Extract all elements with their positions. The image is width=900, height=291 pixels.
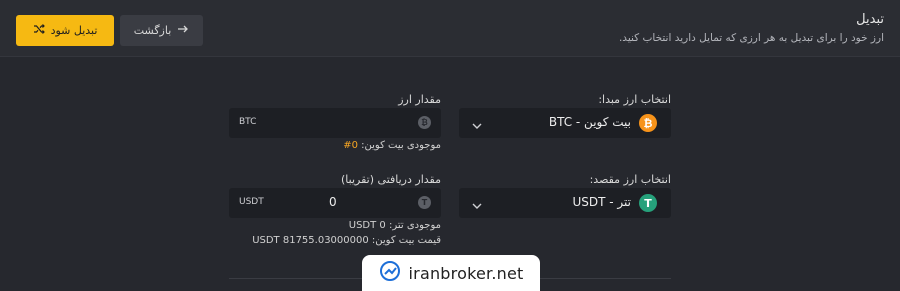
- source-currency-label: انتخاب ارز مبدا:: [598, 93, 671, 106]
- destination-currency-label: انتخاب ارز مقصد:: [589, 173, 671, 186]
- arrow-right-icon: [177, 24, 189, 37]
- received-value: 0: [329, 195, 337, 209]
- convert-button[interactable]: تبدیل شود: [16, 15, 114, 46]
- destination-currency-value: تتر - USDT: [572, 195, 631, 209]
- source-currency-value: بیت کوین - BTC: [548, 115, 631, 129]
- amount-input[interactable]: BTC ₿: [229, 108, 441, 138]
- received-amount-label: مقدار دریافتی (تقریبا): [341, 173, 441, 186]
- source-currency-select[interactable]: ₿ بیت کوین - BTC: [459, 108, 671, 138]
- tether-small-icon: T: [418, 196, 431, 209]
- page-title: تبدیل: [856, 12, 884, 27]
- bitcoin-small-icon: ₿: [418, 116, 431, 129]
- convert-button-label: تبدیل شود: [50, 24, 98, 37]
- received-unit: USDT: [239, 197, 264, 207]
- bitcoin-icon: ₿: [639, 114, 657, 132]
- page-header: تبدیل ارز خود را برای تبدیل به هر ارزی ک…: [0, 0, 900, 57]
- back-button[interactable]: بازگشت: [120, 15, 203, 46]
- watermark-text: iranbroker.net: [408, 263, 524, 283]
- tether-icon: T: [639, 194, 657, 212]
- destination-currency-select[interactable]: T تتر - USDT: [459, 188, 671, 218]
- bitcoin-balance-value: 0#: [343, 140, 358, 151]
- bitcoin-balance-label: موجودی بیت کوین:: [361, 140, 441, 151]
- tether-balance: موجودی تتر: 0 USDT: [348, 220, 441, 231]
- watermark: iranbroker.net: [362, 255, 540, 291]
- amount-label: مقدار ارز: [398, 93, 441, 106]
- trend-logo-icon: [379, 260, 401, 286]
- back-button-label: بازگشت: [133, 24, 172, 37]
- amount-unit: BTC: [239, 117, 257, 127]
- shuffle-icon: [33, 23, 45, 38]
- received-amount-field: USDT 0 T: [229, 188, 441, 218]
- chevron-down-icon: [471, 117, 483, 129]
- page-subtitle: ارز خود را برای تبدیل به هر ارزی که تمای…: [618, 32, 884, 44]
- bitcoin-price: قیمت بیت کوین: USDT 81755.03000000: [252, 235, 441, 246]
- bitcoin-price-value: USDT 81755.03000000: [252, 235, 369, 246]
- chevron-down-icon: [471, 197, 483, 209]
- bitcoin-price-label: قیمت بیت کوین:: [371, 235, 441, 246]
- bitcoin-balance: موجودی بیت کوین: 0#: [343, 140, 441, 151]
